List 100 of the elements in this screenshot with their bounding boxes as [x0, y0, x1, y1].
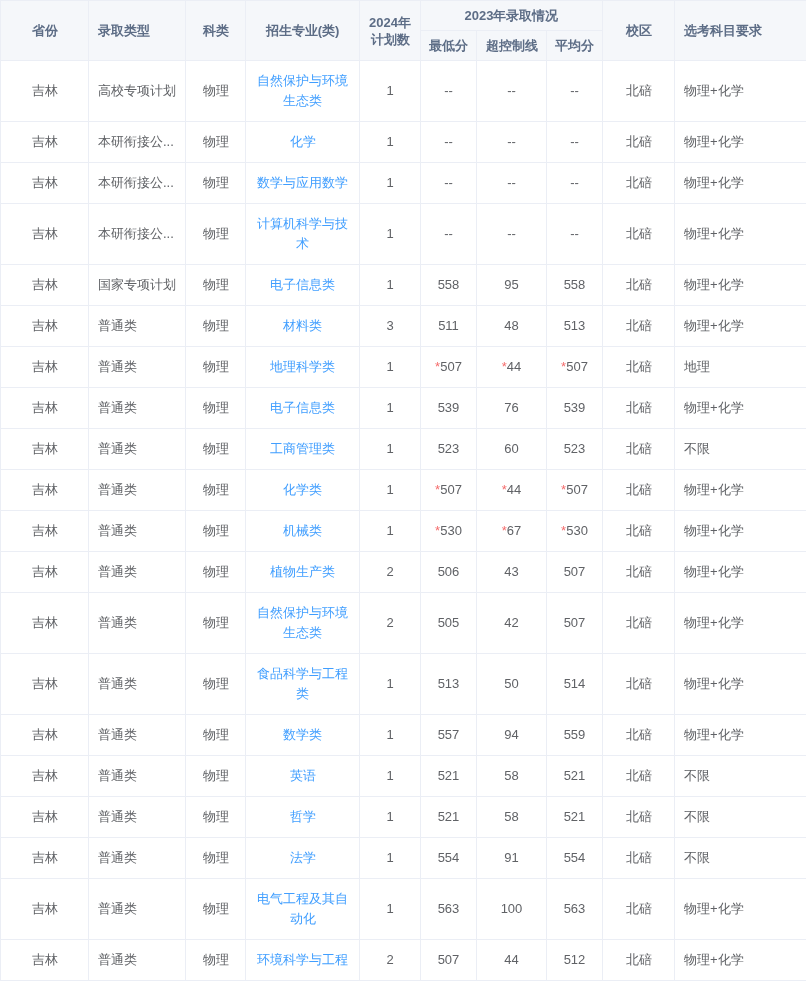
- table-cell: 北碚: [602, 837, 675, 879]
- table-cell: 北碚: [602, 121, 675, 163]
- table-cell: --: [476, 203, 547, 265]
- table-cell: 吉林: [0, 878, 89, 940]
- table-cell: 521: [420, 755, 477, 797]
- table-cell: 100: [476, 878, 547, 940]
- table-cell: 物理: [185, 203, 246, 265]
- table-cell: 吉林: [0, 714, 89, 756]
- column-header: 科类: [185, 0, 246, 61]
- table-cell: 521: [546, 755, 603, 797]
- table-cell: 吉林: [0, 203, 89, 265]
- table-cell: 本研衔接公...: [88, 203, 186, 265]
- table-cell: 本研衔接公...: [88, 121, 186, 163]
- table-cell: 北碚: [602, 592, 675, 654]
- table-cell: 91: [476, 837, 547, 879]
- table-cell: 物理: [185, 162, 246, 204]
- table-cell: 北碚: [602, 796, 675, 838]
- table-cell: *44: [476, 346, 547, 388]
- table-cell: --: [546, 60, 603, 122]
- table-cell: 吉林: [0, 939, 89, 981]
- table-cell: 吉林: [0, 428, 89, 470]
- table-cell: --: [476, 162, 547, 204]
- table-cell: 物理: [185, 714, 246, 756]
- table-cell: 北碚: [602, 305, 675, 347]
- table-cell: 43: [476, 551, 547, 593]
- table-cell: 吉林: [0, 592, 89, 654]
- table-cell: 507: [420, 939, 477, 981]
- table-cell: *507: [420, 469, 477, 511]
- table-cell: 514: [546, 653, 603, 715]
- table-cell: *507: [546, 469, 603, 511]
- table-cell: 554: [546, 837, 603, 879]
- table-cell: 物理: [185, 387, 246, 429]
- table-cell: 物理: [185, 653, 246, 715]
- table-cell: 北碚: [602, 387, 675, 429]
- table-cell: 48: [476, 305, 547, 347]
- table-cell: 1: [359, 755, 421, 797]
- table-cell: 物理: [185, 755, 246, 797]
- table-cell: 523: [420, 428, 477, 470]
- table-cell: 94: [476, 714, 547, 756]
- table-cell: *530: [420, 510, 477, 552]
- table-cell: 普通类: [88, 469, 186, 511]
- table-cell: 北碚: [602, 939, 675, 981]
- table-cell: 1: [359, 796, 421, 838]
- table-cell: 北碚: [602, 878, 675, 940]
- table-cell: 北碚: [602, 551, 675, 593]
- table-cell: *530: [546, 510, 603, 552]
- table-cell: 507: [546, 592, 603, 654]
- table-cell: 北碚: [602, 203, 675, 265]
- table-cell: 512: [546, 939, 603, 981]
- table-cell: 521: [420, 796, 477, 838]
- table-cell: 普通类: [88, 755, 186, 797]
- table-cell: 539: [546, 387, 603, 429]
- table-cell: 普通类: [88, 878, 186, 940]
- table-cell: --: [420, 121, 477, 163]
- column-header: 超控制线: [476, 30, 547, 61]
- table-cell: 523: [546, 428, 603, 470]
- table-cell: 普通类: [88, 796, 186, 838]
- table-cell: 1: [359, 469, 421, 511]
- table-cell: 吉林: [0, 653, 89, 715]
- table-cell: 北碚: [602, 346, 675, 388]
- table-cell: 吉林: [0, 796, 89, 838]
- table-cell: 1: [359, 346, 421, 388]
- table-cell: 北碚: [602, 755, 675, 797]
- column-header: 平均分: [546, 30, 603, 61]
- table-cell: 物理: [185, 510, 246, 552]
- table-cell: 1: [359, 878, 421, 940]
- table-cell: 普通类: [88, 551, 186, 593]
- table-cell: 物理: [185, 939, 246, 981]
- table-cell: 普通类: [88, 510, 186, 552]
- table-cell: 普通类: [88, 428, 186, 470]
- table-cell: 吉林: [0, 264, 89, 306]
- table-cell: 559: [546, 714, 603, 756]
- table-cell: 物理: [185, 121, 246, 163]
- table-cell: 物理: [185, 878, 246, 940]
- table-cell: 吉林: [0, 837, 89, 879]
- table-cell: 北碚: [602, 162, 675, 204]
- table-cell: 普通类: [88, 346, 186, 388]
- table-cell: 普通类: [88, 592, 186, 654]
- table-cell: 1: [359, 162, 421, 204]
- table-cell: 1: [359, 714, 421, 756]
- table-cell: --: [476, 60, 547, 122]
- table-cell: *44: [476, 469, 547, 511]
- table-cell: 北碚: [602, 264, 675, 306]
- table-cell: 本研衔接公...: [88, 162, 186, 204]
- column-header: 招生专业(类): [245, 0, 360, 61]
- table-cell: 物理: [185, 469, 246, 511]
- table-cell: 物理: [185, 346, 246, 388]
- table-cell: 物理: [185, 264, 246, 306]
- table-cell: 506: [420, 551, 477, 593]
- table-cell: 北碚: [602, 469, 675, 511]
- table-cell: 高校专项计划: [88, 60, 186, 122]
- table-cell: 1: [359, 428, 421, 470]
- table-cell: 普通类: [88, 305, 186, 347]
- table-cell: 北碚: [602, 428, 675, 470]
- table-cell: 511: [420, 305, 477, 347]
- table-cell: 558: [420, 264, 477, 306]
- table-cell: 物理: [185, 796, 246, 838]
- table-cell: 北碚: [602, 510, 675, 552]
- table-cell: 1: [359, 264, 421, 306]
- table-cell: 563: [546, 878, 603, 940]
